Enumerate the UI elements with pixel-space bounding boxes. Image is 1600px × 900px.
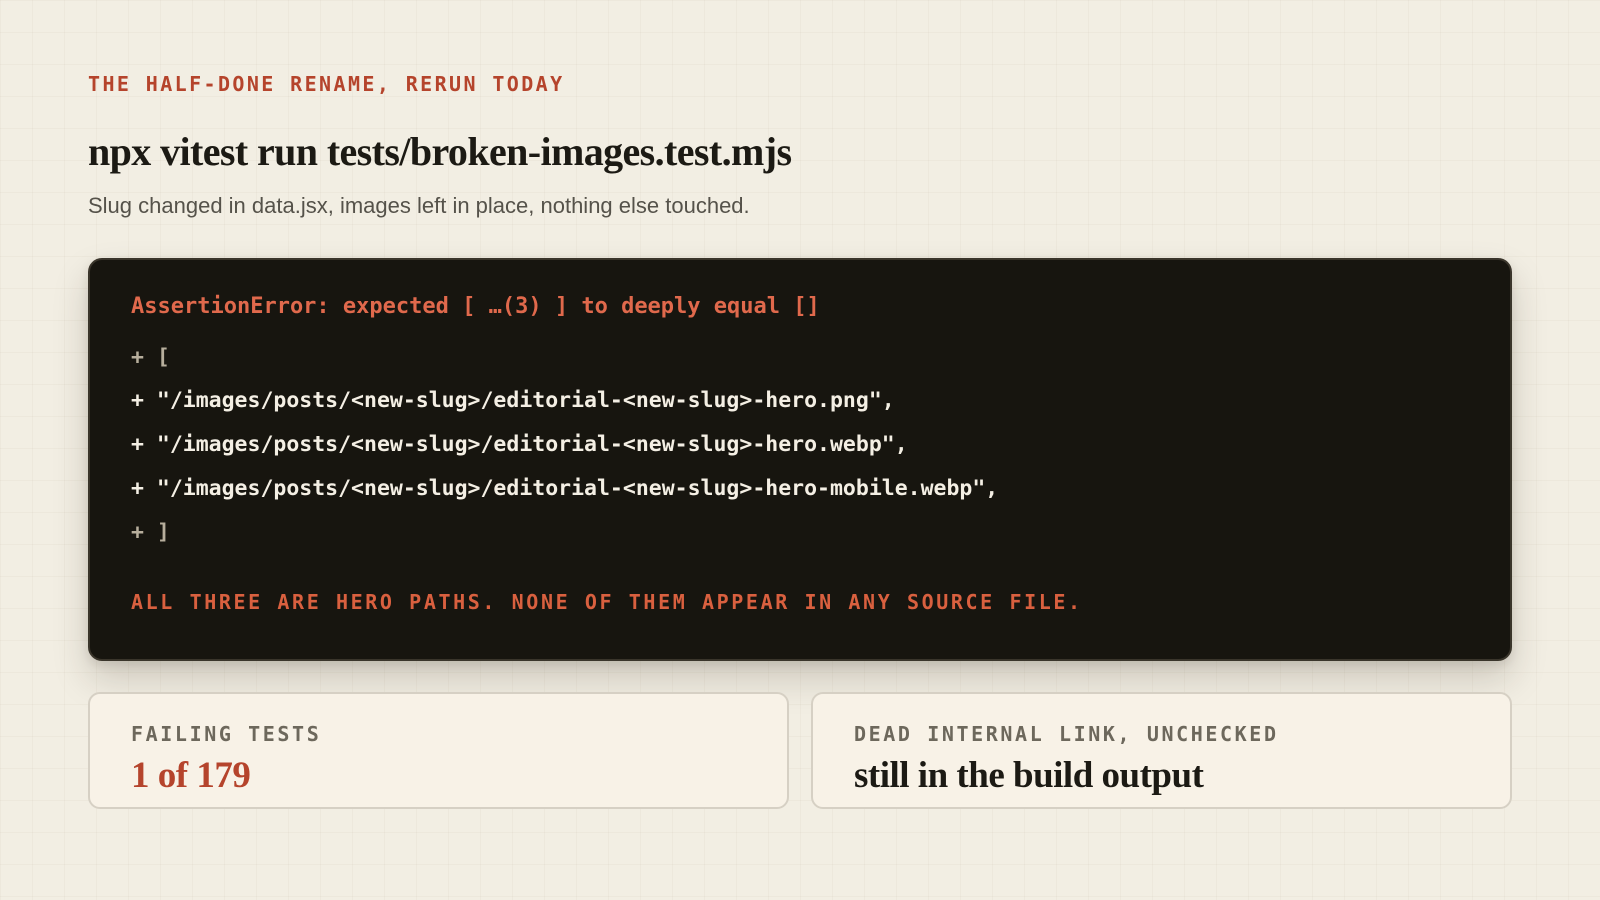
eyebrow-label: THE HALF-DONE RENAME, RERUN TODAY [88, 72, 565, 96]
dead-link-value: still in the build output [854, 755, 1204, 796]
failing-tests-label: FAILING TESTS [131, 722, 322, 746]
dead-link-card: DEAD INTERNAL LINK, UNCHECKED still in t… [811, 692, 1512, 809]
terminal-output-panel: AssertionError: expected [ …(3) ] to dee… [88, 258, 1512, 661]
diff-close-bracket: + ] [131, 520, 170, 545]
diff-path-hero-png: + "/images/posts/<new-slug>/editorial-<n… [131, 388, 895, 413]
assertion-error-line: AssertionError: expected [ …(3) ] to dee… [131, 294, 820, 319]
diff-path-hero-webp: + "/images/posts/<new-slug>/editorial-<n… [131, 432, 908, 457]
terminal-note: ALL THREE ARE HERO PATHS. NONE OF THEM A… [131, 590, 1083, 614]
diff-path-hero-mobile-webp: + "/images/posts/<new-slug>/editorial-<n… [131, 476, 999, 501]
page-title: npx vitest run tests/broken-images.test.… [88, 129, 792, 174]
page-subtitle: Slug changed in data.jsx, images left in… [88, 193, 750, 218]
failing-tests-card: FAILING TESTS 1 of 179 [88, 692, 789, 809]
dead-link-label: DEAD INTERNAL LINK, UNCHECKED [854, 722, 1279, 746]
failing-tests-value: 1 of 179 [131, 755, 251, 796]
diff-open-bracket: + [ [131, 345, 170, 370]
